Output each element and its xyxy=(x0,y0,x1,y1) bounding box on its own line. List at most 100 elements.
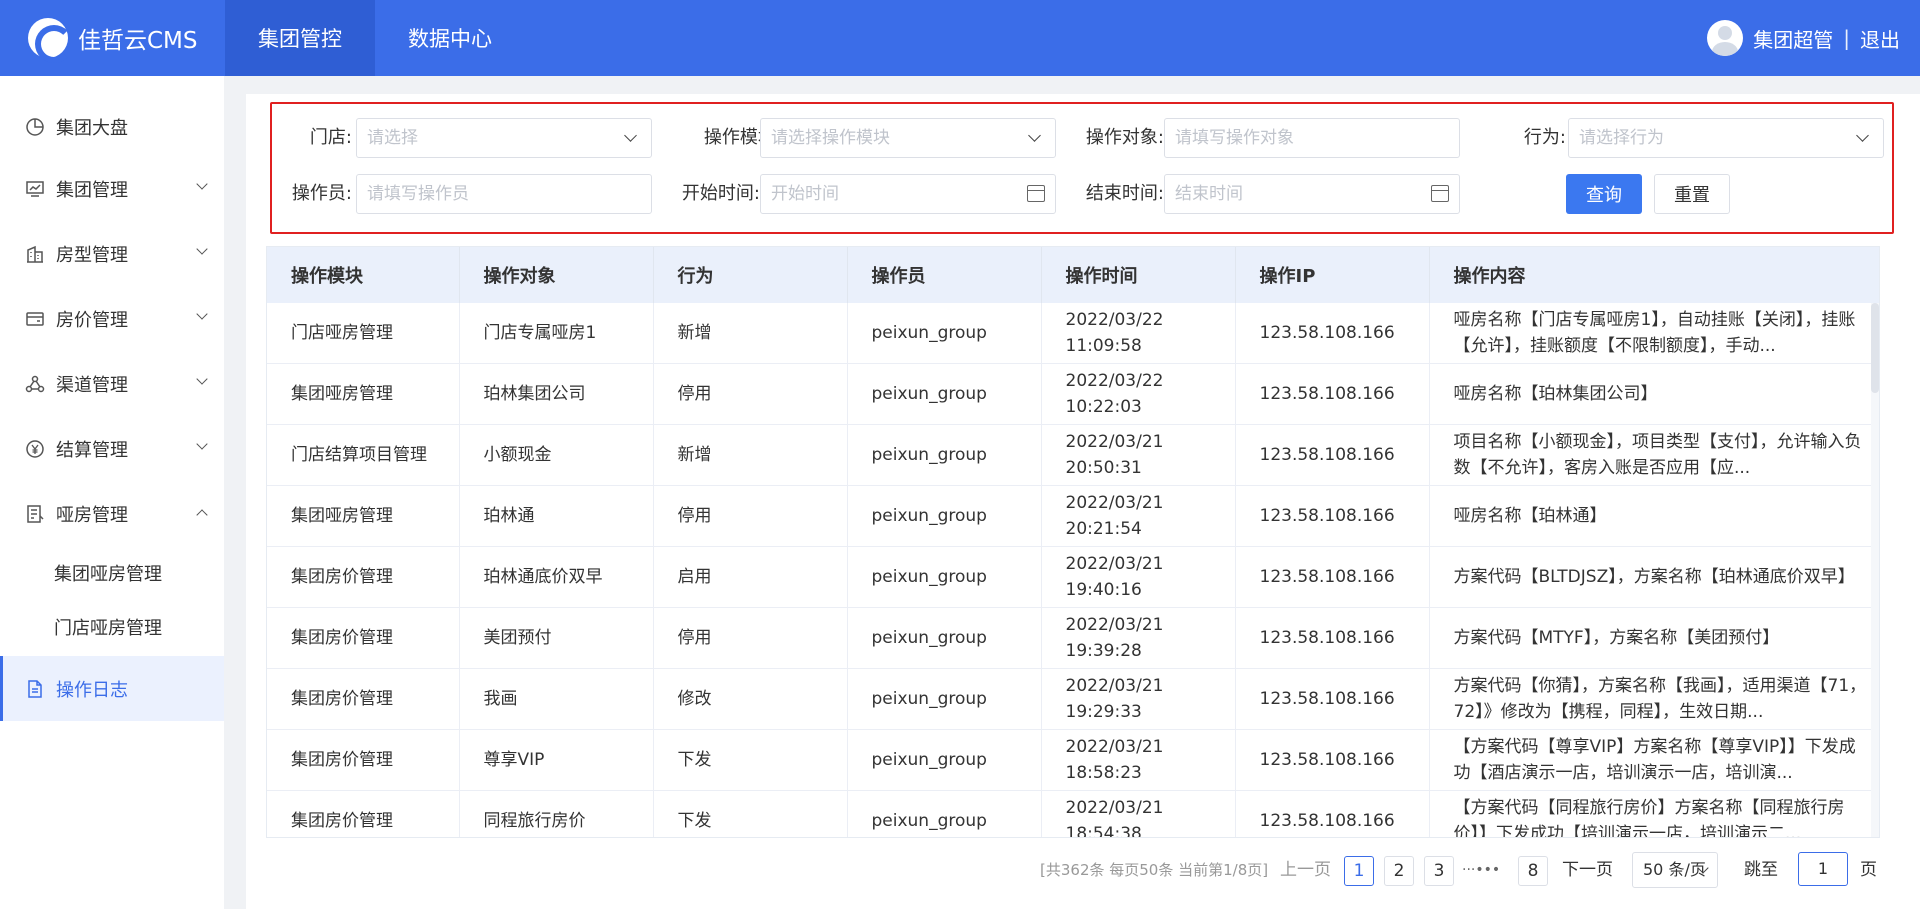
chevron-down-icon xyxy=(1856,129,1869,142)
table-row[interactable]: 门店结算项目管理 小额现金 新增 peixun_group 2022/03/21… xyxy=(267,424,1879,486)
logout-link[interactable]: 退出 xyxy=(1860,24,1900,53)
sidebar: 集团大盘 集团管理 房型管理 房价管理 渠道管理 结算管理 哑房管理 集团哑房管… xyxy=(0,76,224,909)
reset-button[interactable]: 重置 xyxy=(1654,174,1730,214)
table-row[interactable]: 集团房价管理 尊享VIP 下发 peixun_group 2022/03/21 … xyxy=(267,729,1879,791)
table-row[interactable]: 集团房价管理 我画 修改 peixun_group 2022/03/21 19:… xyxy=(267,668,1879,730)
cell-module: 集团哑房管理 xyxy=(267,363,460,425)
jump-page-input[interactable]: 1 xyxy=(1798,852,1848,886)
cell-action: 停用 xyxy=(653,363,848,425)
prev-page-button[interactable]: 上一页 xyxy=(1280,856,1331,886)
cell-module: 门店哑房管理 xyxy=(267,303,460,364)
cell-target: 美团预付 xyxy=(459,607,654,669)
table-row[interactable]: 集团哑房管理 珀林集团公司 停用 peixun_group 2022/03/22… xyxy=(267,363,1879,425)
pagination-ellipsis[interactable]: ···••• xyxy=(1462,856,1500,886)
module-select[interactable]: 请选择操作模块 xyxy=(760,118,1056,158)
cell-content: 方案代码【MTYF】，方案名称【美团预付】 xyxy=(1429,607,1879,669)
cell-module: 集团房价管理 xyxy=(267,668,460,730)
calendar-icon xyxy=(1431,185,1449,202)
sidebar-subitem-store-dummy-room[interactable]: 门店哑房管理 xyxy=(0,600,224,654)
page-2-button[interactable]: 2 xyxy=(1384,856,1414,886)
page-1-button[interactable]: 1 xyxy=(1344,856,1374,886)
main-content: 门店: 请选择 操作模块: 请选择操作模块 操作对象: 请填写操作对象 行为: … xyxy=(246,94,1920,909)
cell-content: 方案代码【你猜】，方案名称【我画】，适用渠道【71，72】》修改为【携程，同程】… xyxy=(1429,668,1879,730)
sidebar-item-label: 哑房管理 xyxy=(56,504,128,526)
sidebar-item-settlement[interactable]: 结算管理 xyxy=(0,416,224,481)
user-name[interactable]: 集团超管 xyxy=(1753,24,1833,53)
table-scrollbar-thumb[interactable] xyxy=(1871,303,1879,393)
logo-icon xyxy=(28,18,73,63)
query-button[interactable]: 查询 xyxy=(1566,174,1642,214)
content-text: 方案代码【MTYF】，方案名称【美团预付】 xyxy=(1453,628,1780,648)
column-header-module[interactable]: 操作模块 xyxy=(267,247,460,303)
action-select[interactable]: 请选择行为 xyxy=(1568,118,1884,158)
page-size-select[interactable]: 50 条/页 xyxy=(1632,852,1718,888)
column-header-time[interactable]: 操作时间 xyxy=(1041,247,1236,303)
content-text: 哑房名称【门店专属哑房1】，自动挂账【关闭】，挂账【允许】，挂账额度【不限制额度… xyxy=(1453,310,1856,356)
column-header-ip[interactable]: 操作IP xyxy=(1235,247,1430,303)
sidebar-item-room-price[interactable]: 房价管理 xyxy=(0,286,224,351)
operator-input[interactable]: 请填写操作员 xyxy=(356,174,652,214)
cell-content: 哑房名称【珀林通】 xyxy=(1429,485,1879,547)
content-text: 方案代码【BLTDJSZ】，方案名称【珀林通底价双早】 xyxy=(1453,567,1855,587)
column-header-target[interactable]: 操作对象 xyxy=(459,247,654,303)
cell-ip: 123.58.108.166 xyxy=(1235,303,1430,364)
cell-time: 2022/03/22 10:22:03 xyxy=(1041,363,1236,425)
sidebar-item-label: 房价管理 xyxy=(56,309,128,331)
sidebar-item-channel[interactable]: 渠道管理 xyxy=(0,351,224,416)
sidebar-item-room-type[interactable]: 房型管理 xyxy=(0,221,224,286)
start-time-picker[interactable]: 开始时间 xyxy=(760,174,1056,214)
cell-ip: 123.58.108.166 xyxy=(1235,790,1430,837)
cell-module: 门店结算项目管理 xyxy=(267,424,460,486)
logo[interactable]: 佳哲云CMS xyxy=(0,0,225,76)
avatar-icon[interactable] xyxy=(1707,20,1744,56)
nav-group-control[interactable]: 集团管控 xyxy=(225,0,375,76)
target-input[interactable]: 请填写操作对象 xyxy=(1164,118,1460,158)
calendar-icon xyxy=(1027,185,1045,202)
end-time-picker[interactable]: 结束时间 xyxy=(1164,174,1460,214)
next-page-button[interactable]: 下一页 xyxy=(1562,856,1613,886)
sidebar-item-group-management[interactable]: 集团管理 xyxy=(0,156,224,221)
target-label: 操作对象: xyxy=(1085,127,1164,148)
sidebar-subitem-group-dummy-room[interactable]: 集团哑房管理 xyxy=(0,546,224,600)
column-header-operator[interactable]: 操作员 xyxy=(847,247,1042,303)
cell-action: 停用 xyxy=(653,485,848,547)
cell-time: 2022/03/21 20:21:54 xyxy=(1041,485,1236,547)
store-select[interactable]: 请选择 xyxy=(356,118,652,158)
cell-operator: peixun_group xyxy=(847,729,1042,791)
page-3-button[interactable]: 3 xyxy=(1424,856,1454,886)
cell-content: 哑房名称【珀林集团公司】 xyxy=(1429,363,1879,425)
chevron-down-icon xyxy=(1028,129,1041,142)
nav-data-center[interactable]: 数据中心 xyxy=(375,0,525,76)
cell-ip: 123.58.108.166 xyxy=(1235,546,1430,608)
cell-operator: peixun_group xyxy=(847,303,1042,364)
wallet-icon xyxy=(24,308,46,330)
cell-module: 集团房价管理 xyxy=(267,790,460,837)
cell-target: 珀林集团公司 xyxy=(459,363,654,425)
cell-time: 2022/03/21 20:50:31 xyxy=(1041,424,1236,486)
sidebar-item-group-dashboard[interactable]: 集团大盘 xyxy=(0,98,224,156)
table-row[interactable]: 集团房价管理 珀林通底价双早 启用 peixun_group 2022/03/2… xyxy=(267,546,1879,608)
cell-ip: 123.58.108.166 xyxy=(1235,668,1430,730)
log-icon xyxy=(24,678,46,700)
cell-module: 集团房价管理 xyxy=(267,607,460,669)
table-row[interactable]: 集团哑房管理 珀林通 停用 peixun_group 2022/03/21 20… xyxy=(267,485,1879,547)
jump-label: 跳至 xyxy=(1744,860,1778,880)
chevron-down-icon xyxy=(624,129,637,142)
table-header-row: 操作模块 操作对象 行为 操作员 操作时间 操作IP 操作内容 xyxy=(267,247,1879,303)
content-text: 哑房名称【珀林集团公司】 xyxy=(1453,384,1658,404)
action-label: 行为: xyxy=(1523,127,1566,148)
content-text: 【方案代码【尊享VIP】方案名称【尊享VIP】】下发成功【酒店演示一店，培训演示… xyxy=(1453,737,1856,783)
table-row[interactable]: 集团房价管理 美团预付 停用 peixun_group 2022/03/21 1… xyxy=(267,607,1879,669)
sidebar-item-dummy-room[interactable]: 哑房管理 xyxy=(0,481,224,546)
content-text: 方案代码【你猜】，方案名称【我画】，适用渠道【71，72】》修改为【携程，同程】… xyxy=(1453,676,1867,722)
sidebar-item-operation-log[interactable]: 操作日志 xyxy=(0,656,224,721)
table-row[interactable]: 集团房价管理 同程旅行房价 下发 peixun_group 2022/03/21… xyxy=(267,790,1879,837)
column-header-content[interactable]: 操作内容 xyxy=(1429,247,1879,303)
page-8-button[interactable]: 8 xyxy=(1518,856,1548,886)
cell-operator: peixun_group xyxy=(847,790,1042,837)
table-row[interactable]: 门店哑房管理 门店专属哑房1 新增 peixun_group 2022/03/2… xyxy=(267,303,1879,364)
column-header-action[interactable]: 行为 xyxy=(653,247,848,303)
user-area: 集团超管 | 退出 xyxy=(1707,0,1900,76)
logo-text: 佳哲云CMS xyxy=(78,28,198,54)
pie-chart-icon xyxy=(24,116,46,138)
